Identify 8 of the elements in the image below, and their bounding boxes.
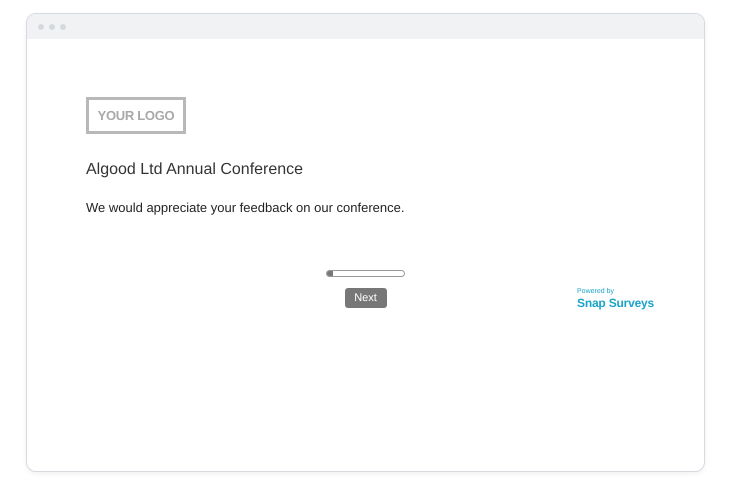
survey-intro: We would appreciate your feedback on our conference.	[86, 200, 406, 216]
survey-title: Algood Ltd Annual Conference	[86, 160, 304, 180]
window-dot-icon	[60, 24, 66, 30]
next-button[interactable]: Next	[344, 288, 386, 308]
logo-text: YOUR LOGO	[98, 108, 174, 123]
window-dot-icon	[38, 24, 44, 30]
window-dot-icon	[49, 24, 55, 30]
brand-name[interactable]: Snap Surveys	[577, 296, 654, 310]
